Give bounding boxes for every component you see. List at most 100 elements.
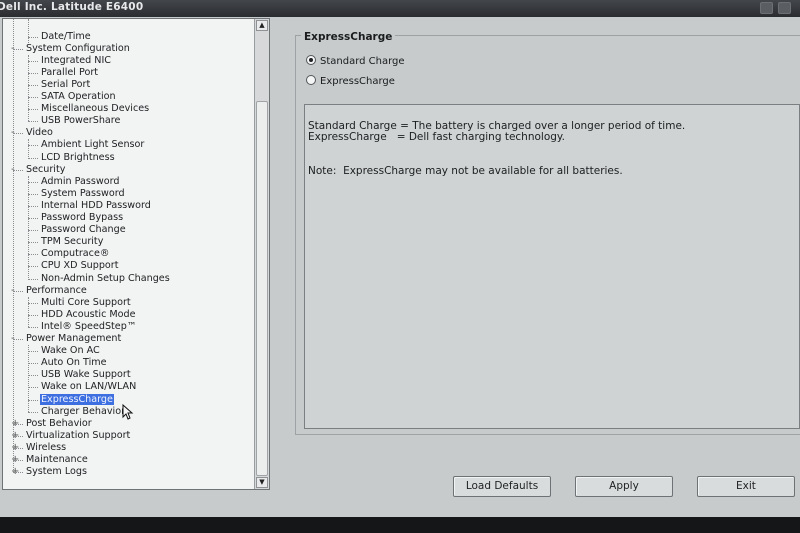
tree-item[interactable]: Ambient Light Sensor: [40, 139, 145, 151]
tree-item[interactable]: SATA Operation: [40, 91, 117, 103]
tree-item[interactable]: Integrated NIC: [40, 55, 112, 67]
tree-item-label: Date/Time: [41, 30, 91, 42]
tree-item[interactable]: Password Bypass: [40, 212, 124, 224]
tree-item[interactable]: + Post Behavior: [11, 418, 93, 430]
tree-item-label: Wireless: [26, 441, 67, 453]
radio-unselected-icon[interactable]: [306, 75, 316, 85]
tree-item[interactable]: Non-Admin Setup Changes: [40, 273, 171, 285]
tree-item-label: Miscellaneous Devices: [41, 103, 150, 115]
tree-item-label: Integrated NIC: [41, 54, 111, 66]
radio-selected-icon[interactable]: [306, 55, 316, 65]
radio-label: ExpressCharge: [320, 76, 395, 87]
scrollbar-thumb[interactable]: [256, 101, 268, 476]
tree-item-label: System Configuration: [26, 42, 130, 54]
radio-expresscharge[interactable]: ExpressCharge: [306, 75, 395, 89]
tree-item[interactable]: Wake On AC: [40, 345, 101, 357]
tree-item[interactable]: Internal HDD Password: [40, 200, 152, 212]
tree-item[interactable]: Date/Time: [40, 31, 92, 43]
tree-item-label: Security: [26, 163, 66, 175]
tree-item[interactable]: Password Change: [40, 224, 127, 236]
tree-item-label: Power Management: [26, 333, 122, 344]
tree-connector: [28, 314, 38, 316]
tree-item-label: Computrace®: [41, 248, 110, 260]
tree-item[interactable]: Intel® SpeedStep™: [40, 321, 137, 333]
tree-item[interactable]: - Power Management: [11, 333, 122, 345]
tree-item[interactable]: USB Wake Support: [40, 369, 132, 381]
tree-item-label: USB PowerShare: [41, 115, 121, 127]
tree-item-label: SATA Operation: [41, 91, 116, 102]
tree-connector: [28, 205, 38, 207]
tree-item-label: Password Bypass: [41, 212, 124, 223]
tree-connector: [13, 133, 23, 135]
tree-child-spine: [28, 175, 29, 279]
tree-child-spine: [28, 296, 29, 327]
tree-connector: [13, 290, 23, 292]
minimize-icon[interactable]: [760, 2, 773, 14]
tree-connector: [13, 423, 23, 425]
tree-item[interactable]: + Maintenance: [11, 454, 89, 466]
tree-item[interactable]: Computrace®: [40, 248, 110, 260]
tree-item-label: Performance: [26, 284, 87, 296]
tree-item[interactable]: LCD Brightness: [40, 152, 116, 164]
tree-item-label: System Logs: [26, 466, 87, 478]
settings-tree-panel: Date/Time - System Configuration Integrated…: [2, 18, 270, 490]
tree-item-label: System Password: [41, 187, 125, 199]
tree-item-label: LCD Brightness: [41, 151, 115, 163]
tree-connector: [13, 447, 23, 449]
tree-connector: [13, 169, 23, 171]
tree-item[interactable]: System Password: [40, 188, 126, 200]
tree-item-label: Intel® SpeedStep™: [41, 320, 137, 332]
tree-item[interactable]: - Video: [11, 127, 54, 139]
tree-connector: [13, 460, 23, 461]
tree-connector: [28, 375, 38, 377]
tree-item[interactable]: Charger Behavior: [40, 406, 126, 418]
tree-connector: [13, 435, 23, 437]
tree-item[interactable]: CPU XD Support: [40, 260, 120, 272]
tree-item[interactable]: Multi Core Support: [40, 297, 132, 309]
tree-item-label: Parallel Port: [41, 66, 99, 78]
close-icon[interactable]: [778, 2, 791, 14]
tree-connector: [28, 230, 38, 232]
tree-item[interactable]: Admin Password: [40, 176, 120, 188]
tree-connector: [28, 326, 38, 328]
tree-connector: [28, 363, 38, 365]
tree-item[interactable]: USB PowerShare: [40, 115, 121, 127]
tree-item[interactable]: Parallel Port: [40, 67, 99, 79]
tree-item[interactable]: - Security: [11, 163, 66, 176]
tree-connector: [28, 121, 38, 123]
load-defaults-button[interactable]: Load Defaults: [453, 476, 551, 497]
triangle-down-icon[interactable]: ▼: [256, 477, 268, 488]
radio-label: Standard Charge: [320, 56, 405, 67]
tree-scrollbar[interactable]: ▲ ▼: [254, 19, 269, 489]
tree-connector: [13, 339, 23, 340]
tree-item[interactable]: Wake on LAN/WLAN: [40, 381, 137, 393]
tree-item[interactable]: HDD Acoustic Mode: [40, 309, 137, 321]
tree-item[interactable]: + System Logs: [11, 466, 88, 478]
tree-connector: [28, 193, 38, 195]
tree-item[interactable]: ExpressCharge: [40, 393, 114, 406]
tree-item[interactable]: Miscellaneous Devices: [40, 103, 150, 115]
tree-item-label: HDD Acoustic Mode: [41, 308, 136, 320]
tree-connector: [28, 36, 38, 38]
tree-item[interactable]: Auto On Time: [40, 357, 107, 369]
tree-item[interactable]: - Performance: [11, 284, 88, 297]
tree-item-label: Multi Core Support: [41, 296, 131, 308]
radio-standard-charge[interactable]: Standard Charge: [306, 55, 405, 69]
tree-connector: [28, 399, 38, 401]
tree-child-spine: [28, 54, 29, 122]
tree-item[interactable]: - System Configuration: [11, 42, 131, 55]
apply-button[interactable]: Apply: [575, 476, 673, 497]
option-group-title: ExpressCharge: [301, 31, 396, 43]
tree-child-spine: [28, 19, 29, 43]
exit-button[interactable]: Exit: [697, 476, 795, 497]
triangle-up-icon[interactable]: ▲: [256, 20, 268, 31]
tree-item[interactable]: TPM Security: [40, 236, 104, 248]
tree-item[interactable]: + Virtualization Support: [11, 429, 131, 442]
screen-bezel: [0, 517, 800, 533]
tree-item-label: Non-Admin Setup Changes: [41, 272, 170, 284]
help-line: Note: ExpressCharge may not be available…: [308, 165, 623, 177]
tree-item[interactable]: Serial Port: [40, 79, 91, 91]
tree-item[interactable]: + Wireless: [11, 441, 67, 454]
tree-item-label: Virtualization Support: [26, 429, 131, 441]
tree-item-label: CPU XD Support: [41, 260, 119, 272]
